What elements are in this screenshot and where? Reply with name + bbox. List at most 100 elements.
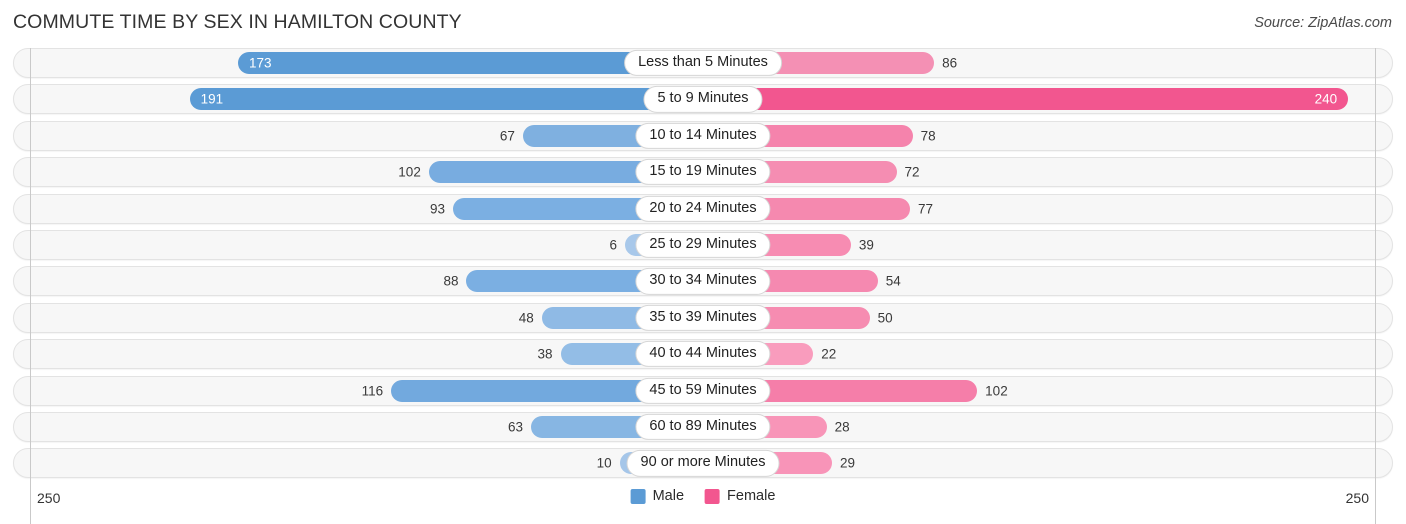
female-half: 39 [703,233,1375,256]
male-bar-value: 191 [200,91,224,107]
bar-rows: 173 86 Less than 5 Minutes 191 240 5 to 9 Min… [13,48,1393,486]
axis-line-right [1375,48,1376,524]
male-half: 38 [31,343,703,366]
male-bar-value: 88 [443,273,459,289]
female-bar-value: 77 [917,200,933,216]
category-label: 20 to 24 Minutes [635,195,771,222]
row-track: 6 39 25 to 29 Minutes [31,231,1375,259]
male-half: 88 [31,270,703,293]
axis-line-left [30,48,31,524]
female-half: 102 [703,379,1375,402]
table-row: 67 78 10 to 14 Minutes [13,120,1393,151]
male-half: 191 [31,88,703,111]
male-half: 6 [31,233,703,256]
female-half: 240 [703,88,1375,111]
chart-footer: 250 250 Male Female [13,488,1393,518]
row-track: 93 77 20 to 24 Minutes [31,195,1375,223]
category-label: 40 to 44 Minutes [635,341,771,368]
row-track: 88 54 30 to 34 Minutes [31,267,1375,295]
table-row: 63 28 60 to 89 Minutes [13,411,1393,442]
page-title: COMMUTE TIME BY SEX IN HAMILTON COUNTY [13,11,462,33]
female-bar-value: 39 [858,237,874,253]
female-bar-value: 54 [885,273,901,289]
table-row: 173 86 Less than 5 Minutes [13,48,1393,78]
female-bar[interactable]: 240 [703,88,1349,111]
axis-max-right: 250 [1345,490,1369,506]
male-half: 93 [31,197,703,220]
female-half: 78 [703,124,1375,147]
male-half: 116 [31,379,703,402]
male-half: 10 [31,452,703,475]
table-row: 88 54 30 to 34 Minutes [13,266,1393,297]
female-bar-value: 240 [1314,91,1338,107]
axis-max-left: 250 [37,490,61,506]
male-half: 48 [31,306,703,329]
table-row: 93 77 20 to 24 Minutes [13,193,1393,224]
row-track: 102 72 15 to 19 Minutes [31,158,1375,186]
table-row: 48 50 35 to 39 Minutes [13,302,1393,333]
row-track: 116 102 45 to 59 Minutes [31,377,1375,405]
legend-label-female: Female [727,488,776,504]
female-bar-value: 78 [920,128,936,144]
row-track: 67 78 10 to 14 Minutes [31,122,1375,150]
category-label: 35 to 39 Minutes [635,304,771,331]
female-half: 54 [703,270,1375,293]
legend-label-male: Male [652,488,685,504]
male-bar-value: 48 [518,309,534,325]
category-label: 25 to 29 Minutes [635,231,771,259]
female-bar-value: 29 [840,455,856,471]
row-track: 191 240 5 to 9 Minutes [31,85,1375,113]
category-label: 90 or more Minutes [626,450,780,477]
table-row: 102 72 15 to 19 Minutes [13,157,1393,188]
female-bar-value: 22 [821,346,837,362]
female-half: 72 [703,161,1375,184]
male-half: 67 [31,124,703,147]
category-label: 10 to 14 Minutes [635,122,771,149]
table-row: 38 22 40 to 44 Minutes [13,339,1393,370]
female-half: 77 [703,197,1375,220]
category-label: 30 to 34 Minutes [635,268,771,295]
male-half: 173 [31,52,703,74]
male-bar-value: 102 [398,164,421,180]
male-bar-value: 93 [430,200,446,216]
female-half: 28 [703,415,1375,438]
female-bar-value: 86 [942,55,958,71]
legend-item-male[interactable]: Male [630,488,685,504]
male-half: 63 [31,415,703,438]
male-half: 102 [31,161,703,184]
female-bar-value: 102 [985,382,1008,398]
female-bar-value: 72 [904,164,920,180]
chart-header: COMMUTE TIME BY SEX IN HAMILTON COUNTY S… [0,0,1406,46]
male-bar-value: 38 [537,346,553,362]
table-row: 6 39 25 to 29 Minutes [13,229,1393,260]
row-track: 173 86 Less than 5 Minutes [31,49,1375,77]
female-bar-value: 28 [834,419,850,435]
female-half: 50 [703,306,1375,329]
category-label: 45 to 59 Minutes [635,377,771,404]
legend-swatch-female-icon [705,488,721,504]
category-label: Less than 5 Minutes [624,49,782,77]
row-track: 48 50 35 to 39 Minutes [31,304,1375,332]
female-half: 29 [703,452,1375,475]
male-bar-value: 67 [499,128,515,144]
row-track: 10 29 90 or more Minutes [31,449,1375,477]
plot-area: 173 86 Less than 5 Minutes 191 240 5 to 9 Min… [13,48,1393,524]
male-bar-value: 116 [361,382,384,398]
table-row: 10 29 90 or more Minutes [13,448,1393,479]
table-row: 191 240 5 to 9 Minutes [13,84,1393,115]
category-label: 15 to 19 Minutes [635,159,771,186]
male-bar-value: 6 [609,237,618,253]
category-label: 5 to 9 Minutes [643,86,763,113]
legend-swatch-male-icon [630,488,646,504]
male-bar-value: 10 [596,455,612,471]
table-row: 116 102 45 to 59 Minutes [13,375,1393,406]
female-half: 22 [703,343,1375,366]
male-bar[interactable]: 191 [189,88,703,111]
chart-root: COMMUTE TIME BY SEX IN HAMILTON COUNTY S… [0,0,1406,524]
source-attribution: Source: ZipAtlas.com [1254,15,1392,31]
female-half: 86 [703,52,1375,74]
female-bar-value: 50 [877,309,893,325]
row-track: 63 28 60 to 89 Minutes [31,413,1375,441]
legend-item-female[interactable]: Female [705,488,775,504]
category-label: 60 to 89 Minutes [635,413,771,441]
